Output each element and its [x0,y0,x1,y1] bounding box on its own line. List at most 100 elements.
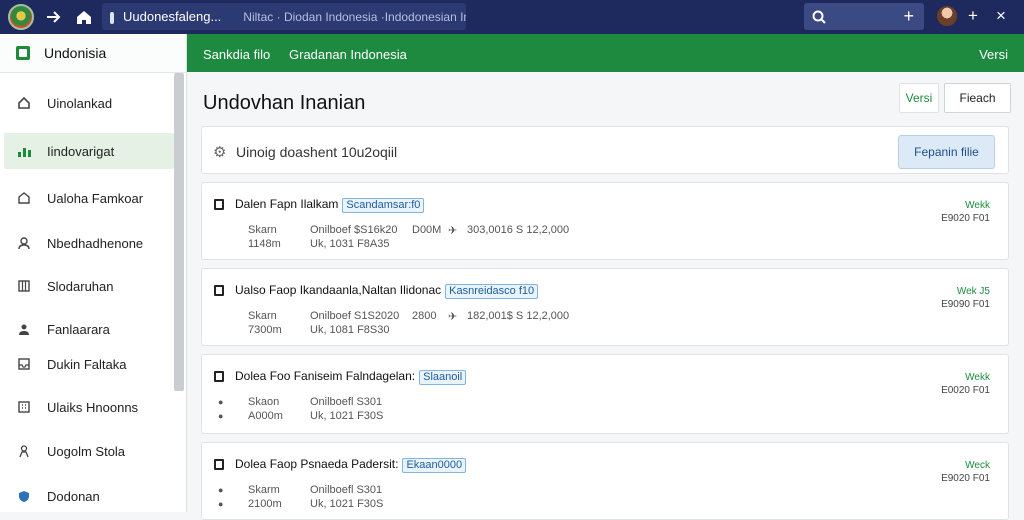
browser-toolbar: Uudonesfaleng... Niltac · Diodan Indones… [0,0,1024,34]
close-icon[interactable]: × [996,6,1006,26]
bullet-icon: ● [218,485,224,495]
sidebar-item-uogolm-stola[interactable]: Uogolm Stola [4,433,174,469]
tab-gradanan-indonesia[interactable]: Gradanan Indonesia [289,47,407,62]
item-meta: 7300m [248,324,282,336]
sidebar-item-ulaiks-hnoonns[interactable]: Ulaiks Hnoonns [4,389,174,425]
sidebar-item-dukin-faltaka[interactable]: Dukin Faltaka [4,346,174,382]
top-nav: Sankdia filo Gradanan Indonesia Versi [187,34,1024,72]
item-meta: 303,0016 S 12,2,000 [467,224,570,236]
home-icon [16,95,32,111]
grid-icon [16,278,32,294]
home-icon[interactable] [74,8,94,26]
bullet-icon: ● [218,397,224,407]
shield-icon [16,488,32,504]
item-meta: A000m [248,410,283,422]
sidebar-item-label: Uinolankad [47,95,113,111]
inbox-icon [16,356,32,372]
pin-icon: ✈ [448,311,458,323]
bullet-icon: ● [218,411,224,421]
item-meta: Uk, 1031 F8A35 [310,238,390,250]
page-title: Undovhan Inanian [203,92,366,114]
sidebar-item-ualoha-famkoar[interactable]: Ualoha Famkoar [4,180,174,216]
user-icon [16,235,32,251]
sidebar-item-nbedhadhenone[interactable]: Nbedhadhenone [4,225,174,261]
sidebar: Undonisia Uinolankad Iindovarigat Ualoha… [0,34,187,512]
sidebar-item-label: Fanlaarara [47,321,110,337]
sidebar-item-label: Ulaiks Hnoonns [47,399,139,415]
sidebar-item-uinolankad[interactable]: Uinolankad [4,85,174,121]
list-item[interactable]: Dolea Foo Faniseim Falndagelan: Slaanoil … [201,354,1009,434]
item-meta: Uk, 1021 F30S [310,410,384,422]
building-icon [16,399,32,415]
sidebar-scrollbar[interactable] [174,73,184,391]
versi-button[interactable]: Versi [899,83,939,113]
sidebar-item-slodaruhan[interactable]: Slodaruhan [4,268,174,304]
item-badge: Scandamsar:f0 [342,198,425,213]
sidebar-item-dodonan[interactable]: Dodonan [4,478,174,514]
main-content: Undovhan Inanian Versi Fieach ⚙ Uinoig d… [187,72,1024,520]
item-title[interactable]: Dolea Faop Psnaeda Padersit: Ekaan0000 [235,457,467,473]
item-date: E9020 F01 [941,213,990,224]
item-date: E0020 F01 [941,385,990,396]
sidebar-title: Undonisia [44,45,107,61]
item-meta: Uk, 1081 F8S30 [310,324,390,336]
search-box[interactable]: + [804,3,924,30]
search-icon [812,10,826,24]
item-meta: Skarm [248,484,280,496]
address-bar[interactable]: Uudonesfaleng... Niltac · Diodan Indones… [102,3,466,30]
document-icon [214,199,224,210]
item-meta: Onilboef S1S2020 [310,310,400,322]
plus-icon[interactable]: + [968,6,978,26]
list-item[interactable]: Ualso Faop Ikandaanla,Naltan Ilidonac Kas… [201,268,1009,346]
item-meta: Onilboef $S16k20 [310,224,398,236]
item-title[interactable]: Dalen Fapn Ilalkam Scandamsar:f0 [235,197,425,213]
plus-icon[interactable]: + [903,6,914,27]
item-date: E9090 F01 [941,299,990,310]
house-icon [16,190,32,206]
document-icon [214,285,224,296]
item-title[interactable]: Ualso Faop Ikandaanla,Naltan Ilidonac Kas… [235,283,539,299]
item-badge: Ekaan0000 [402,458,467,473]
sidebar-item-label: Dodonan [47,488,100,504]
list-item[interactable]: Dolea Faop Psnaeda Padersit: Ekaan0000 ● … [201,442,1009,520]
sidebar-item-label: Nbedhadhenone [47,235,144,251]
item-meta: 2800 [412,310,437,322]
item-meta: 2100m [248,498,282,510]
sidebar-item-label: Uogolm Stola [47,443,126,459]
filter-bar: ⚙ Uinoig doashent 10u2oqiil Fepanin fili… [201,126,1009,174]
flag-icon [16,46,30,60]
logo-icon[interactable] [8,4,34,30]
list-item[interactable]: Dalen Fapn Ilalkam Scandamsar:f0 Skarn On… [201,182,1009,260]
avatar[interactable] [937,6,957,26]
item-meta: Onilboefl S301 [310,484,383,496]
item-meta: Skarn [248,224,277,236]
sidebar-header[interactable]: Undonisia [0,34,186,73]
nav-versi-link[interactable]: Versi [979,47,1008,62]
document-icon [214,459,224,470]
item-badge: Slaanoil [419,370,467,385]
chart-icon [16,143,32,159]
pin-icon: ✈ [448,225,458,237]
fieach-button[interactable]: Fieach [944,83,1011,113]
item-date: E9020 F01 [941,473,990,484]
url-path: Niltac · Diodan Indonesia ·Indodonesian … [243,9,466,24]
tab-sankdia-filo[interactable]: Sankdia filo [203,47,270,62]
item-meta: 182,001$ S 12,2,000 [467,310,570,322]
status-badge: Wekk [965,372,990,383]
user-icon [16,321,32,337]
sidebar-item-iindovarigat[interactable]: Iindovarigat [4,133,174,169]
filter-button[interactable]: Fepanin filie [898,135,995,169]
gear-icon[interactable]: ⚙ [213,143,226,161]
item-title[interactable]: Dolea Foo Faniseim Falndagelan: Slaanoil [235,369,467,385]
item-badge: Kasnreidasco f10 [445,284,539,299]
item-meta: 1148m [248,238,281,250]
status-badge: Weck [965,460,990,471]
bullet-icon: ● [218,499,224,509]
sidebar-item-fanlaarara[interactable]: Fanlaarara [4,311,174,347]
item-meta: Skaon [248,396,280,408]
person-icon [16,443,32,459]
sidebar-item-label: Slodaruhan [47,278,114,294]
arrow-right-icon[interactable] [44,8,64,26]
status-badge: Wek J5 [956,286,990,297]
item-meta: Uk, 1021 F30S [310,498,384,510]
